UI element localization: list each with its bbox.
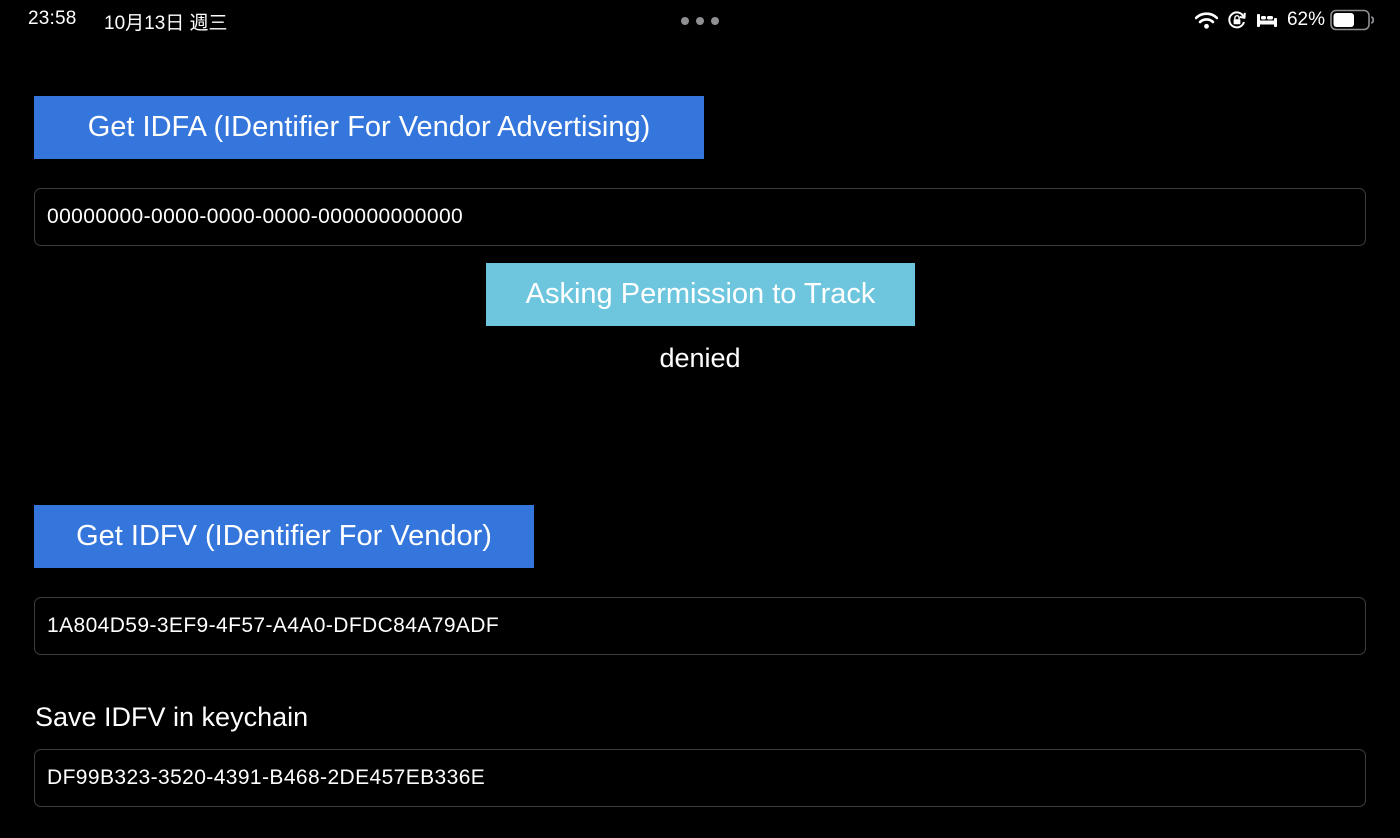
orientation-lock-icon xyxy=(1228,11,1246,29)
dot xyxy=(711,17,719,25)
sleep-bed-icon xyxy=(1256,14,1277,27)
status-date: 10月13日 週三 xyxy=(104,13,228,34)
battery-icon xyxy=(1330,9,1374,31)
idfa-value-field[interactable]: 00000000-0000-0000-0000-000000000000 xyxy=(34,188,1366,246)
status-time: 23:58 xyxy=(28,8,77,29)
get-idfv-button[interactable]: Get IDFV (IDentifier For Vendor) xyxy=(34,505,534,568)
keychain-label: Save IDFV in keychain xyxy=(35,702,309,732)
battery-fill xyxy=(1333,13,1354,27)
dot xyxy=(696,17,704,25)
status-bar: 23:58 10月13日 週三 62% xyxy=(0,0,1400,40)
wifi-icon xyxy=(1194,11,1218,29)
idfv-value-field[interactable]: 1A804D59-3EF9-4F57-A4A0-DFDC84A79ADF xyxy=(34,597,1366,655)
tracking-status-text: denied xyxy=(659,343,741,373)
dot xyxy=(681,17,689,25)
get-idfa-button[interactable]: Get IDFA (IDentifier For Vendor Advertis… xyxy=(34,96,704,159)
multitasking-dots[interactable] xyxy=(681,17,719,25)
battery-percentage: 62% xyxy=(1286,9,1325,30)
ask-tracking-permission-button[interactable]: Asking Permission to Track xyxy=(486,263,915,326)
status-indicators: 62% xyxy=(1194,7,1374,33)
keychain-idfv-field[interactable]: DF99B323-3520-4391-B468-2DE457EB336E xyxy=(34,749,1366,807)
